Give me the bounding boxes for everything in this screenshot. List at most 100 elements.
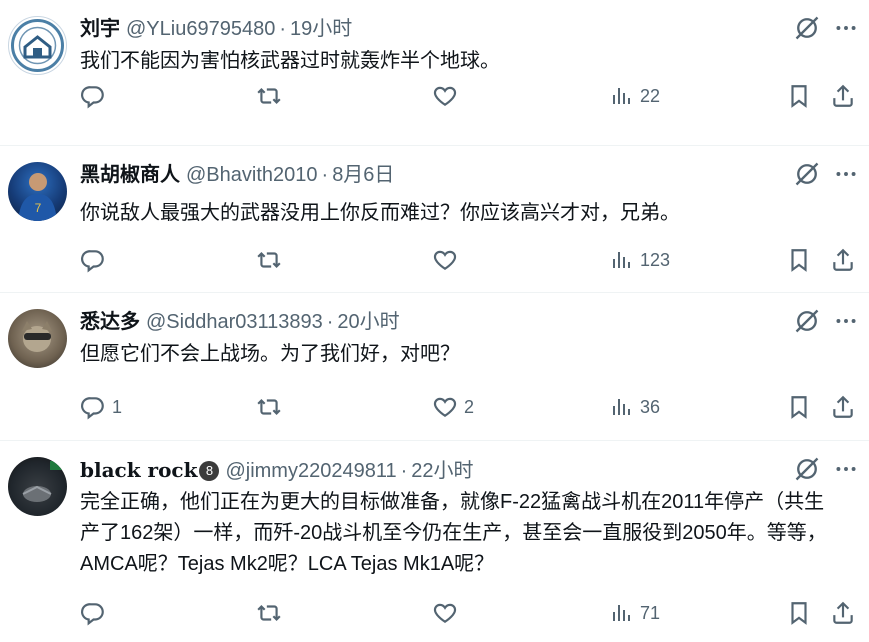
view-count: 22 (640, 85, 661, 106)
grok-icon[interactable] (793, 14, 821, 42)
separator: · (279, 18, 286, 40)
retweet-button[interactable] (256, 244, 282, 276)
reply-icon (80, 600, 106, 626)
bookmark-icon (786, 394, 812, 420)
bookmark-button[interactable] (786, 597, 812, 629)
like-button[interactable] (432, 597, 464, 629)
like-icon (432, 394, 458, 420)
retweet-button[interactable] (256, 391, 282, 423)
views-button[interactable]: 36 (610, 391, 660, 423)
tweet[interactable]: 悉达多 @Siddhar03113893 · 20小时 但愿它们不会上战场。为了我们好… (0, 293, 869, 441)
like-count: 2 (464, 396, 475, 417)
retweet-button[interactable] (256, 597, 282, 629)
retweet-icon (256, 247, 282, 273)
like-icon (432, 600, 458, 626)
share-icon (830, 83, 856, 109)
retweet-icon (256, 83, 282, 109)
views-icon (610, 601, 634, 625)
user-handle[interactable]: @Bhavith2010 (186, 164, 318, 186)
reply-icon (80, 247, 106, 273)
action-bar: 22 (80, 80, 869, 112)
reply-icon (80, 83, 106, 109)
timestamp[interactable]: 20小时 (337, 311, 399, 333)
views-icon (610, 84, 634, 108)
retweet-button[interactable] (256, 80, 282, 112)
more-icon[interactable] (833, 161, 859, 187)
like-icon (432, 247, 458, 273)
timestamp[interactable]: 19小时 (290, 18, 352, 40)
reply-button[interactable] (80, 244, 112, 276)
display-name[interactable]: 悉达多 (80, 311, 140, 333)
like-button[interactable] (432, 244, 464, 276)
bookmark-button[interactable] (786, 80, 812, 112)
views-button[interactable]: 22 (610, 80, 660, 112)
grok-icon[interactable] (793, 455, 821, 483)
tweet-top-actions (793, 307, 859, 335)
tweet-top-actions (793, 14, 859, 42)
avatar[interactable] (8, 457, 67, 516)
grok-icon[interactable] (793, 307, 821, 335)
like-button[interactable]: 2 (432, 391, 474, 423)
views-icon (610, 395, 634, 419)
view-count: 71 (640, 602, 661, 623)
separator: · (400, 460, 408, 482)
avatar[interactable] (8, 16, 67, 75)
views-button[interactable]: 123 (610, 244, 670, 276)
action-bar: 71 (80, 597, 869, 629)
views-button[interactable]: 71 (610, 597, 660, 629)
tweet-text: 你说敌人最强大的武器没用上你反而难过？你应该高兴才对，兄弟。 (80, 202, 680, 224)
tweet[interactable]: 刘宇 @YLiu69795480 · 19小时 我们不能因为害怕核武器过时就轰炸半个地… (0, 0, 869, 146)
user-handle[interactable]: @jimmy220249811 (225, 460, 396, 482)
avatar[interactable]: 7 (8, 162, 67, 221)
tweet-header: 悉达多 @Siddhar03113893 · 20小时 (80, 307, 400, 337)
tweet-header: 黑胡椒商人 @Bhavith2010 · 8月6日 (80, 160, 394, 190)
more-icon[interactable] (833, 456, 859, 482)
action-bar: 123 (80, 244, 869, 276)
like-icon (432, 83, 458, 109)
separator: · (326, 311, 334, 333)
display-name[interactable]: 刘宇 (80, 18, 120, 40)
share-button[interactable] (830, 80, 856, 112)
reply-button[interactable]: 1 (80, 391, 122, 423)
tweet[interactable]: black rock 8 @jimmy220249811 · 22小时 完全正确，他们正… (0, 441, 869, 642)
share-icon (830, 247, 856, 273)
share-button[interactable] (830, 244, 856, 276)
more-icon[interactable] (833, 308, 859, 334)
avatar[interactable] (8, 309, 67, 368)
grok-icon[interactable] (793, 160, 821, 188)
share-icon (830, 394, 856, 420)
tweet-top-actions (793, 455, 859, 483)
view-count: 123 (640, 249, 671, 270)
tweet-top-actions (793, 160, 859, 188)
more-icon[interactable] (833, 15, 859, 41)
views-icon (610, 248, 634, 272)
reply-count: 1 (112, 396, 123, 417)
reply-icon (80, 394, 106, 420)
user-handle[interactable]: @YLiu69795480 (126, 18, 275, 40)
bookmark-icon (786, 83, 812, 109)
bookmark-button[interactable] (786, 244, 812, 276)
separator: · (321, 164, 329, 186)
display-name[interactable]: 黑胡椒商人 (80, 164, 180, 186)
share-icon (830, 600, 856, 626)
tweet-header: 刘宇 @YLiu69795480 · 19小时 (80, 14, 352, 44)
timestamp[interactable]: 22小时 (411, 460, 473, 482)
bookmark-icon (786, 247, 812, 273)
bookmark-icon (786, 600, 812, 626)
timestamp[interactable]: 8月6日 (332, 164, 394, 186)
svg-text:7: 7 (35, 201, 42, 215)
reply-button[interactable] (80, 80, 112, 112)
display-name[interactable]: black rock (80, 458, 197, 482)
share-button[interactable] (830, 391, 856, 423)
verified-badge: 8 (199, 461, 220, 481)
tweet-text: 完全正确，他们正在为更大的目标做准备，就像F-22猛禽战斗机在2011年停产（共… (80, 491, 827, 575)
bookmark-button[interactable] (786, 391, 812, 423)
retweet-icon (256, 394, 282, 420)
reply-button[interactable] (80, 597, 112, 629)
share-button[interactable] (830, 597, 856, 629)
tweet-header: black rock 8 @jimmy220249811 · 22小时 (80, 455, 474, 485)
tweet[interactable]: 7 黑胡椒商人 @Bhavith2010 · 8月6日 你说敌人最强大的武器没用上你反… (0, 146, 869, 293)
action-bar: 1 2 36 (80, 391, 869, 423)
user-handle[interactable]: @Siddhar03113893 (146, 311, 323, 333)
like-button[interactable] (432, 80, 464, 112)
